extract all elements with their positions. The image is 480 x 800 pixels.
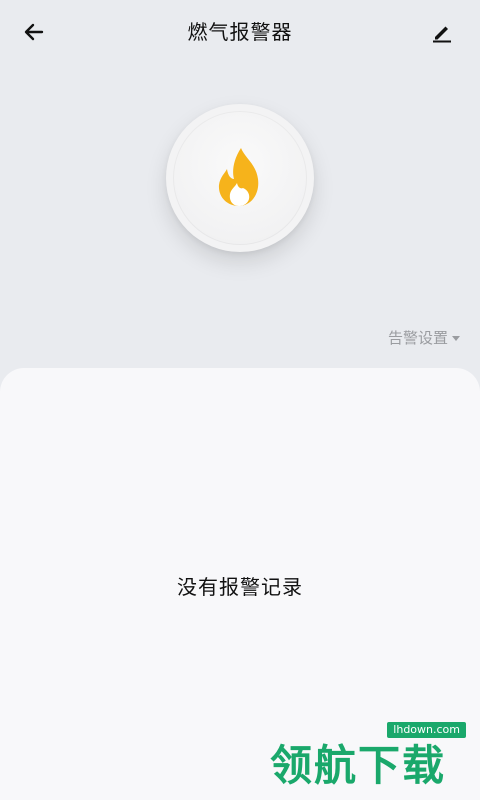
watermark: lhdown.com 领航下载: [270, 722, 470, 792]
flame-icon: [218, 148, 259, 206]
watermark-url: lhdown.com: [387, 722, 466, 738]
pencil-icon: [433, 26, 451, 43]
empty-records-text: 没有报警记录: [177, 575, 303, 599]
page: 燃气报警器 告警设置 没有报警记录 lhdown.com 领航下载: [0, 0, 480, 800]
alarm-settings-dropdown[interactable]: 告警设置: [388, 327, 460, 348]
edit-button[interactable]: [424, 14, 460, 50]
watermark-text: 领航下载: [270, 741, 447, 790]
caret-down-icon: [452, 336, 460, 341]
page-title: 燃气报警器: [187, 20, 293, 44]
alarm-settings-label: 告警设置: [387, 329, 448, 347]
header: 燃气报警器: [0, 0, 480, 64]
device-status-indicator[interactable]: [166, 104, 314, 252]
